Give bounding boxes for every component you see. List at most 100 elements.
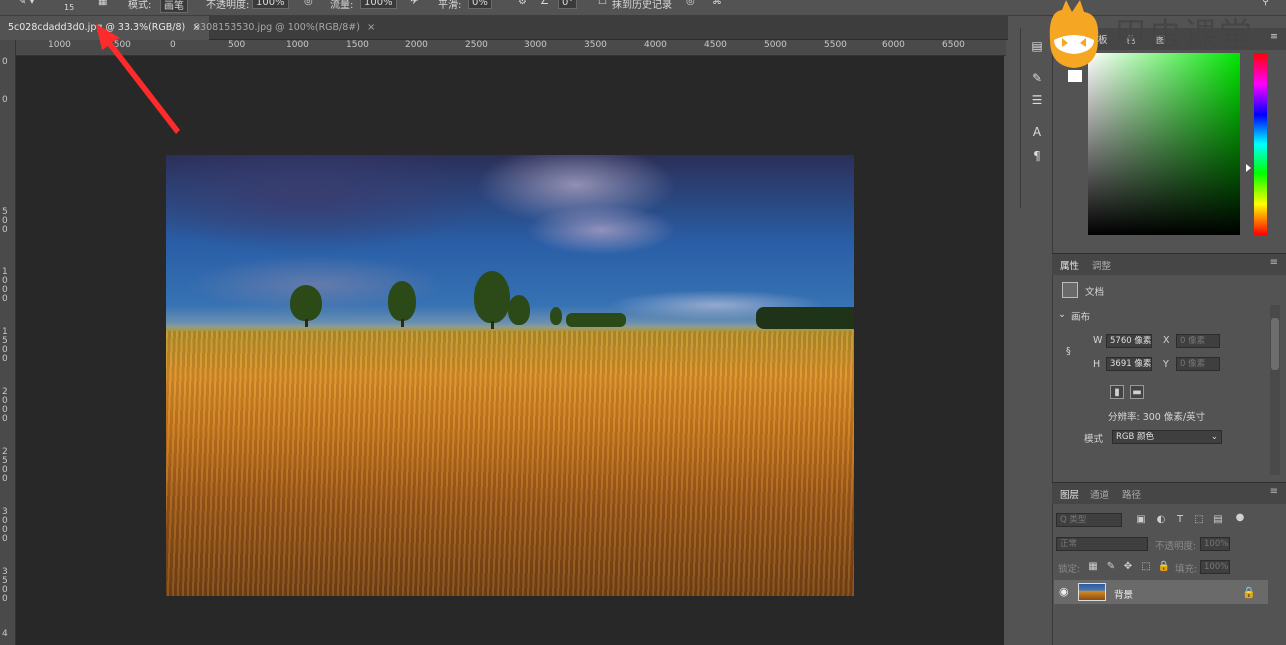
mode-label: 模式 [1084,434,1104,445]
tab-label: 0308153530.jpg @ 100%(RGB/8#) [194,22,360,33]
wheat-texture [166,331,854,596]
layer-filter-select[interactable]: Q 类型 [1056,513,1122,527]
mode-select[interactable]: RGB 颜色 ⌄ [1112,430,1222,444]
angle-input[interactable]: 0° [558,0,578,9]
eraser-icon[interactable]: ✎ ▾ [18,0,35,7]
fill-label: 填充: [1175,564,1198,575]
foreground-swatch[interactable] [1068,70,1082,82]
airbrush-icon[interactable]: ✈ [410,0,418,7]
tab-swatches[interactable]: 板 [1098,32,1108,46]
tree-trunk [401,319,404,327]
panel-menu-icon[interactable]: ≡ [1270,486,1278,497]
x-field[interactable]: 0 像素 [1176,334,1220,348]
mode-value: RGB 颜色 [1116,432,1155,442]
width-field[interactable]: 5760 像素 [1106,334,1152,348]
width-label: W [1093,335,1103,346]
layer-lock-icon[interactable]: 🔒 [1242,586,1256,599]
mode-label: 模式: [128,0,152,11]
history-checkbox[interactable]: ☐ [598,0,607,7]
history-icon[interactable]: ▤ [1029,38,1045,54]
ruler-tick-label: 2000 [405,40,428,50]
pressure-opacity-icon[interactable]: ◎ [304,0,313,7]
canvas-section-label: 画布 [1071,312,1091,323]
gear-icon[interactable]: ⚙ [518,0,527,7]
close-icon[interactable]: × [367,22,375,33]
tree-trunk [491,321,494,329]
brush-settings-icon[interactable]: ✎ [1029,70,1045,86]
mode-select[interactable]: 画笔 [160,0,188,13]
ruler-tick-label: 3 5 0 0 [2,567,8,604]
paragraph-icon[interactable]: ¶ [1029,148,1045,164]
smooth-input[interactable]: 0% [468,0,492,9]
tree-line [566,313,626,327]
tab-document-2[interactable]: 0308153530.jpg @ 100%(RGB/8#) × [186,16,383,40]
shape-filter-icon[interactable]: ⬚ [1192,513,1206,527]
y-label: Y [1163,359,1169,370]
portrait-orientation-icon[interactable]: ▮ [1110,385,1124,399]
height-field[interactable]: 3691 像素 [1106,357,1152,371]
lock-position-icon[interactable]: ✥ [1121,560,1135,574]
flow-input[interactable]: 100% [360,0,397,9]
adjust-sliders-icon[interactable]: ☰ [1029,92,1045,108]
blend-mode-select[interactable]: 正常 [1056,537,1148,551]
layer-name[interactable]: 背景 [1114,587,1133,601]
adjustment-filter-icon[interactable]: ◐ [1154,513,1168,527]
brush-panel-icon[interactable]: ▦ [98,0,107,7]
ruler-tick-label: 4 [2,629,8,639]
tab-adjustments[interactable]: 调整 [1092,258,1111,272]
layer-thumbnail[interactable] [1078,583,1106,601]
ruler-tick-label: 5500 [824,40,847,50]
document-image[interactable] [166,155,854,596]
search-icon[interactable]: ⚲ [1262,0,1269,7]
height-label: H [1093,359,1101,370]
properties-panel-header: 属性 调整 ≡ [1052,253,1286,275]
panel-menu-icon[interactable]: ≡ [1270,31,1278,42]
ruler-tick-label: 6000 [882,40,905,50]
lock-all-icon[interactable]: 🔒 [1157,560,1171,574]
chevron-down-icon[interactable]: ⌄ [1058,309,1066,320]
hue-slider[interactable] [1254,53,1267,235]
panel-menu-icon[interactable]: ≡ [1270,257,1278,268]
tree-shape [550,307,562,325]
brush-size-value[interactable]: 15 [64,3,74,12]
tab-properties[interactable]: 属性 [1060,258,1079,272]
watermark-text: 甲虫课堂 [1114,15,1254,54]
layer-opacity-input[interactable]: 100% [1200,537,1230,551]
tree-line [756,307,854,329]
type-filter-icon[interactable]: T [1173,513,1187,527]
vertical-ruler[interactable]: 0 0 5 0 0 1 0 0 0 1 5 0 0 2 0 0 0 2 5 0 … [0,40,16,645]
smart-object-filter-icon[interactable]: ▤ [1211,513,1225,527]
pixel-filter-icon[interactable]: ▣ [1134,513,1148,527]
landscape-orientation-icon[interactable]: ▬ [1130,385,1144,399]
tab-paths[interactable]: 路径 [1122,487,1141,501]
fill-input[interactable]: 100% [1200,560,1230,574]
tree-trunk [305,319,308,327]
scrollbar-thumb[interactable] [1271,318,1279,370]
pressure-size-icon[interactable]: ◎ [686,0,695,7]
opacity-input[interactable]: 100% [252,0,289,9]
link-icon[interactable]: § [1066,346,1071,357]
tree-shape [474,271,510,323]
ruler-tick-label: 0 [2,95,8,105]
doc-label: 文档 [1085,287,1105,298]
tab-channels[interactable]: 通道 [1090,487,1109,501]
color-picker-field[interactable] [1088,53,1240,235]
smooth-label: 平滑: [438,0,462,11]
character-icon[interactable]: A [1029,124,1045,140]
visibility-eye-icon[interactable]: ◉ [1059,585,1069,598]
lock-transparent-icon[interactable]: ▦ [1086,560,1100,574]
chevron-down-icon: ⌄ [1210,432,1218,442]
ruler-tick-label: 2500 [465,40,488,50]
hue-slider-handle[interactable] [1246,164,1251,172]
symmetry-icon[interactable]: ⌘ [712,0,722,7]
lock-artboard-icon[interactable]: ⬚ [1139,560,1153,574]
ruler-tick-label: 0 [2,57,8,67]
y-field[interactable]: 0 像素 [1176,357,1220,371]
lock-paint-icon[interactable]: ✎ [1104,560,1118,574]
filter-toggle-icon[interactable]: ● [1233,511,1247,525]
ruler-tick-label: 1000 [48,40,71,50]
tab-layers[interactable]: 图层 [1060,487,1079,501]
ruler-tick-label: 3 0 0 0 [2,507,8,544]
opacity-label: 不透明度: [206,0,250,11]
ruler-tick-label: 1000 [286,40,309,50]
